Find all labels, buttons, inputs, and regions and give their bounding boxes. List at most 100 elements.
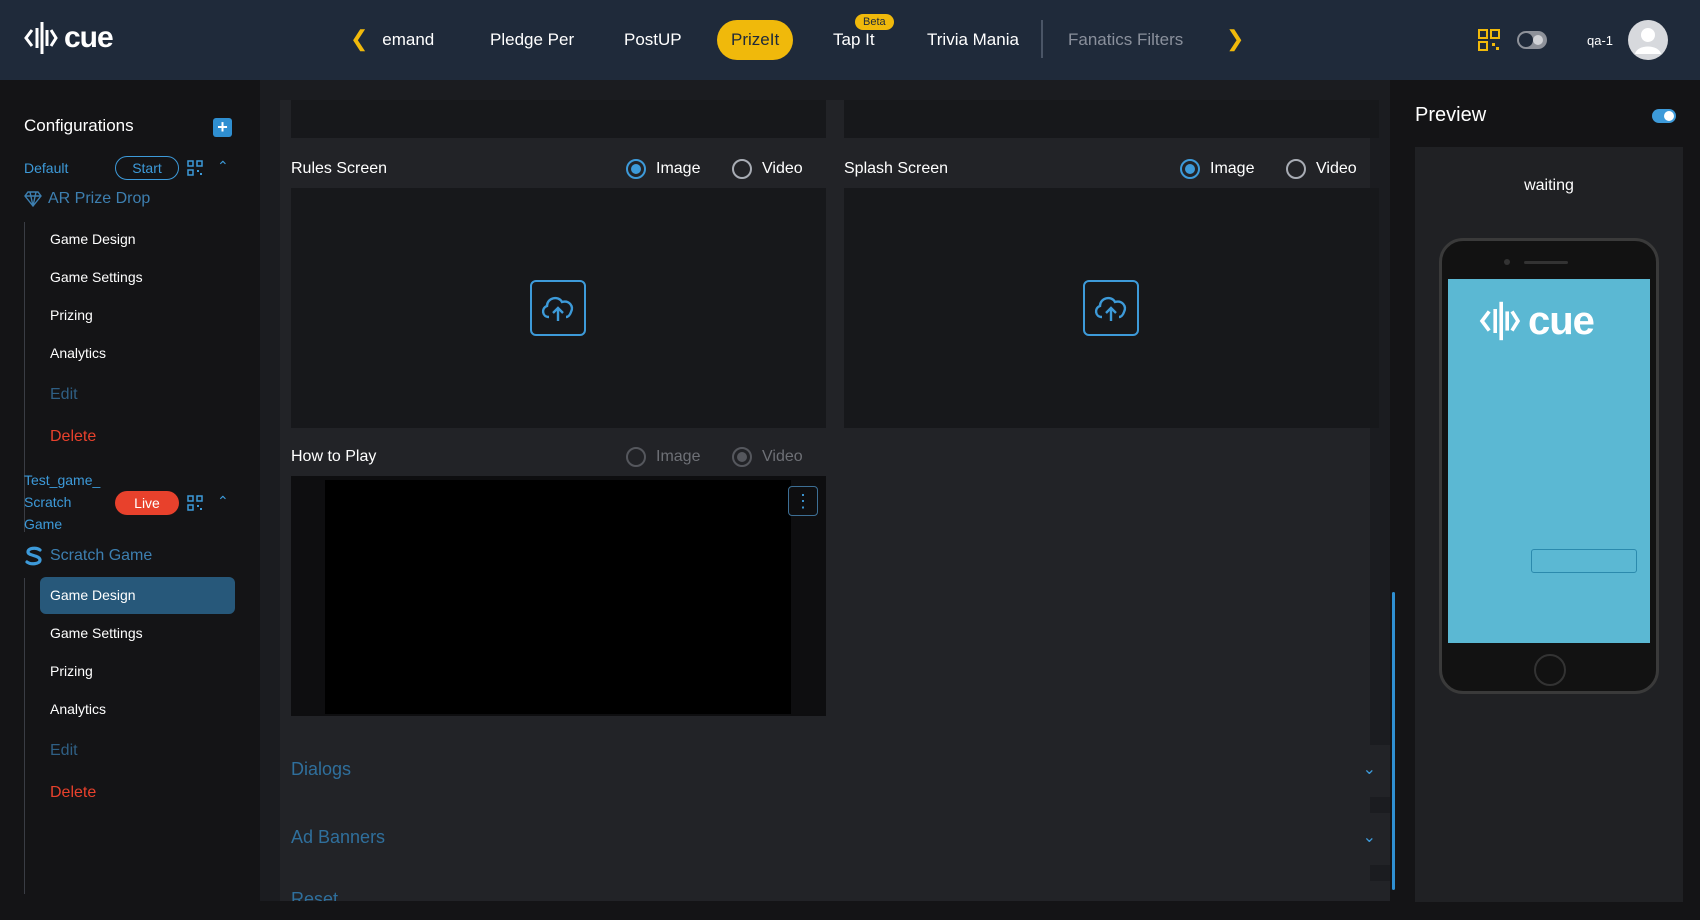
menu-prizing[interactable]: Prizing bbox=[40, 653, 235, 690]
scratch-s-icon bbox=[25, 546, 42, 566]
splash-video-radio[interactable]: Video bbox=[1286, 159, 1357, 179]
config-name-default[interactable]: Default bbox=[24, 157, 68, 179]
splash-upload-area[interactable] bbox=[844, 188, 1379, 428]
tab-tap-it[interactable]: Tap It bbox=[833, 30, 875, 50]
splash-screen-label: Splash Screen bbox=[844, 160, 949, 177]
accordion-title: Dialogs bbox=[291, 759, 352, 779]
phone-camera bbox=[1504, 259, 1510, 265]
phone-mockup: cue bbox=[1439, 238, 1659, 694]
radio-unselected bbox=[1286, 159, 1306, 179]
tree-line bbox=[24, 578, 25, 894]
status-badge-live[interactable]: Live bbox=[115, 491, 179, 515]
menu-game-design[interactable]: Game Design bbox=[40, 221, 235, 258]
cloud-upload-icon bbox=[1094, 296, 1127, 321]
tab-demand[interactable]: Demand bbox=[382, 30, 434, 50]
phone-speaker bbox=[1524, 261, 1568, 264]
accordion-reset[interactable]: Reset bbox=[280, 881, 1390, 901]
more-options-kebab-icon[interactable]: ⋮ bbox=[788, 486, 818, 516]
cue-waveform-icon bbox=[24, 22, 58, 54]
radio-label: Image bbox=[656, 160, 701, 177]
tab-pledge-per[interactable]: Pledge Per bbox=[490, 30, 574, 50]
logo-wordmark: cue bbox=[1528, 298, 1595, 343]
theme-toggle-icon[interactable] bbox=[1516, 30, 1548, 50]
game-type-ar-prize-drop: AR Prize Drop bbox=[24, 190, 150, 208]
radio-label: Video bbox=[1316, 160, 1357, 177]
menu-prizing[interactable]: Prizing bbox=[40, 297, 235, 334]
chevron-down-icon: ⌄ bbox=[1362, 829, 1376, 846]
config-name-line-3[interactable]: Game bbox=[24, 513, 62, 535]
config-name-line-1[interactable]: Test_game_ bbox=[24, 469, 100, 491]
qr-code-icon[interactable] bbox=[187, 495, 203, 511]
game-type-scratch-game: Scratch Game bbox=[24, 546, 152, 566]
top-nav-bar: cue ❮ Demand Pledge Per PostUP PrizeIt T… bbox=[0, 0, 1700, 80]
phone-input-field bbox=[1531, 549, 1637, 573]
chevron-down-icon: ⌄ bbox=[1362, 761, 1376, 778]
menu-edit[interactable]: Edit bbox=[40, 376, 235, 413]
video-frame bbox=[325, 480, 791, 714]
radio-label: Image bbox=[1210, 160, 1255, 177]
preview-toggle[interactable] bbox=[1652, 109, 1676, 123]
radio-selected bbox=[1180, 159, 1200, 179]
user-silhouette-icon bbox=[1635, 28, 1661, 54]
menu-game-design-selected[interactable]: Game Design bbox=[40, 577, 235, 614]
upload-button[interactable] bbox=[530, 280, 586, 336]
status-badge-start[interactable]: Start bbox=[115, 156, 179, 180]
cue-logo: cue bbox=[1478, 297, 1595, 345]
radio-label: Video bbox=[762, 448, 803, 465]
menu-edit[interactable]: Edit bbox=[40, 732, 235, 769]
accordion-title: Reset bbox=[291, 889, 339, 901]
menu-analytics[interactable]: Analytics bbox=[40, 691, 235, 728]
menu-delete[interactable]: Delete bbox=[40, 418, 235, 455]
how-to-play-image-radio[interactable]: Image bbox=[626, 447, 700, 467]
how-to-play-video-player[interactable]: ⋮ bbox=[291, 476, 826, 716]
radio-unselected bbox=[732, 159, 752, 179]
collapse-chevron-up-icon[interactable]: ⌃ bbox=[217, 158, 229, 175]
tab-trivia-mania[interactable]: Trivia Mania bbox=[927, 30, 1019, 50]
splash-image-radio[interactable]: Image bbox=[1180, 159, 1254, 179]
tab-fanatics-filters[interactable]: Fanatics Filters bbox=[1068, 30, 1183, 50]
menu-game-settings[interactable]: Game Settings bbox=[40, 615, 235, 652]
accordion-dialogs[interactable]: Dialogs ⌄ bbox=[280, 745, 1390, 797]
config-name-line-2[interactable]: Scratch bbox=[24, 491, 71, 513]
nav-next-arrow-icon[interactable]: ❯ bbox=[1226, 28, 1244, 50]
nav-prev-arrow-icon[interactable]: ❮ bbox=[350, 28, 368, 50]
accordion-title: Ad Banners bbox=[291, 827, 386, 847]
radio-unselected bbox=[626, 447, 646, 467]
main-bottom-edge bbox=[260, 901, 1395, 920]
beta-badge: Beta bbox=[855, 14, 894, 30]
diamond-icon bbox=[24, 191, 42, 207]
radio-label: Image bbox=[656, 448, 701, 465]
sidebar: Configurations + Default Start ⌃ AR Priz… bbox=[0, 80, 260, 920]
cue-waveform-icon bbox=[1479, 301, 1521, 341]
rules-screen-label: Rules Screen bbox=[291, 160, 388, 177]
qr-code-icon[interactable] bbox=[187, 160, 203, 176]
cue-logo[interactable]: cue bbox=[24, 18, 114, 58]
media-box-partial bbox=[291, 100, 826, 138]
preview-container: waiting cue bbox=[1415, 147, 1683, 902]
configurations-heading: Configurations bbox=[24, 116, 134, 135]
tab-demand-clip: Demand bbox=[382, 30, 438, 54]
game-type-label: Scratch Game bbox=[50, 547, 153, 564]
qr-code-icon[interactable] bbox=[1477, 28, 1503, 54]
game-type-label: AR Prize Drop bbox=[48, 190, 151, 207]
add-configuration-button[interactable]: + bbox=[213, 118, 232, 137]
phone-home-button bbox=[1534, 654, 1566, 686]
radio-label: Video bbox=[762, 160, 803, 177]
avatar[interactable] bbox=[1628, 20, 1668, 60]
radio-selected bbox=[626, 159, 646, 179]
cloud-upload-icon bbox=[541, 296, 574, 321]
menu-game-settings[interactable]: Game Settings bbox=[40, 259, 235, 296]
how-to-play-video-radio[interactable]: Video bbox=[732, 447, 803, 467]
tab-postup[interactable]: PostUP bbox=[624, 30, 682, 50]
rules-image-radio[interactable]: Image bbox=[626, 159, 700, 179]
collapse-chevron-up-icon[interactable]: ⌃ bbox=[217, 493, 229, 510]
tab-prizeit[interactable]: PrizeIt bbox=[717, 20, 794, 60]
menu-analytics[interactable]: Analytics bbox=[40, 335, 235, 372]
rules-upload-area[interactable] bbox=[291, 188, 826, 428]
rules-video-radio[interactable]: Video bbox=[732, 159, 803, 179]
menu-delete[interactable]: Delete bbox=[40, 774, 235, 811]
upload-button[interactable] bbox=[1083, 280, 1139, 336]
accordion-ad-banners[interactable]: Ad Banners ⌄ bbox=[280, 813, 1390, 865]
how-to-play-label: How to Play bbox=[291, 448, 377, 465]
preview-title: Preview bbox=[1415, 104, 1487, 126]
